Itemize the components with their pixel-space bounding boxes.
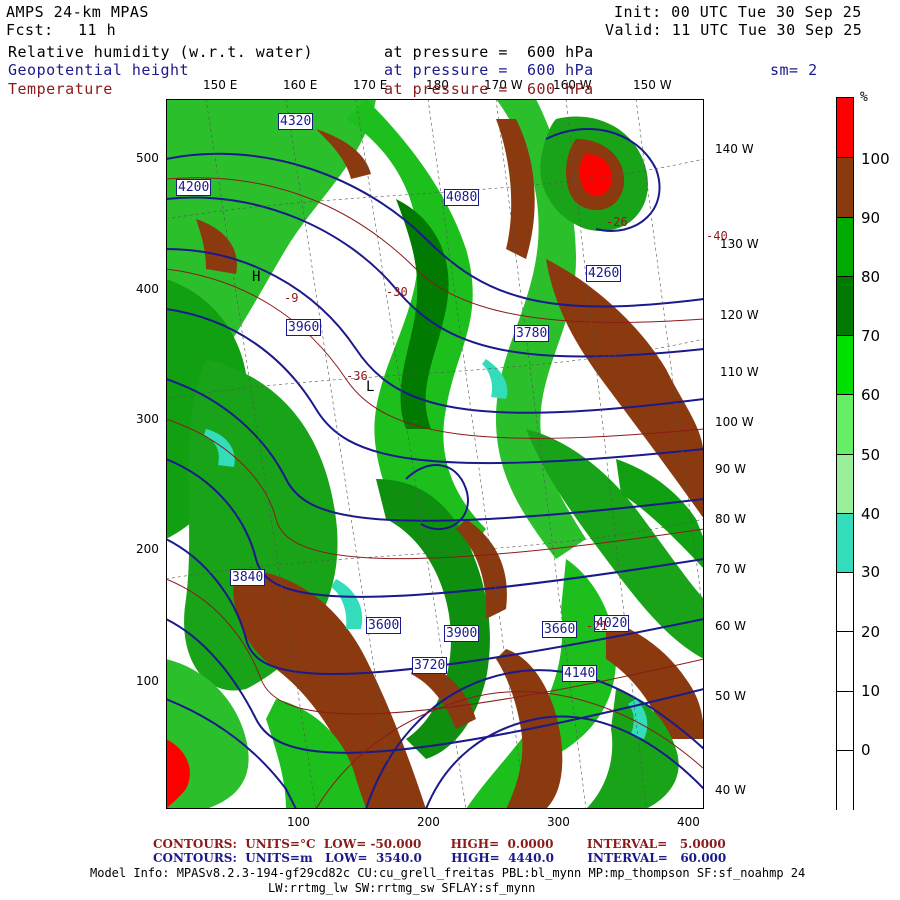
lon-label-right: 50 W: [715, 689, 746, 703]
lon-label-right: 60 W: [715, 619, 746, 633]
field-temp-name: Temperature: [8, 80, 113, 98]
colorbar-segment: [837, 572, 853, 633]
colorbar-label: 20: [861, 623, 881, 641]
contour-label: 3600: [366, 617, 402, 634]
lon-label-top: 170 E: [353, 78, 388, 92]
colorbar-label: 40: [861, 505, 881, 523]
x-tick: 100: [287, 815, 310, 829]
colorbar-segment: [837, 275, 853, 336]
colorbar-segment: [837, 631, 853, 692]
x-tick: 200: [417, 815, 440, 829]
y-tick: 100: [136, 674, 159, 688]
y-tick: 200: [136, 542, 159, 556]
model-info-line-2: LW:rrtmg_lw SW:rrtmg_sw SFLAY:sf_mynn: [268, 881, 536, 895]
low-pressure-marker: L: [366, 379, 375, 395]
contour-label: 4200: [176, 179, 212, 196]
field-height-level: at pressure = 600 hPa: [384, 61, 594, 79]
map-field-svg: [166, 99, 704, 809]
map-plot-area: 4320 4200 4080 4260 3960 3780 3840 3900 …: [166, 99, 728, 809]
colorbar-segment: [837, 749, 853, 810]
colorbar-segment: [837, 690, 853, 751]
contour-label: 3660: [542, 621, 578, 638]
field-height-name: Geopotential height: [8, 61, 190, 79]
temp-contour-label: -9: [284, 291, 299, 305]
lon-label-right: 40 W: [715, 783, 746, 797]
temp-contour-label: -21: [586, 619, 608, 633]
temp-contour-label: -36: [346, 369, 368, 383]
lon-label-top: 150 E: [203, 78, 238, 92]
lon-label-right: 110 W: [720, 365, 759, 379]
colorbar-label: 60: [861, 386, 881, 404]
model-info-line-1: Model Info: MPASv8.2.3-194-gf29cd82c CU:…: [90, 866, 806, 880]
y-tick: 300: [136, 412, 159, 426]
temp-contour-label: -30: [386, 285, 408, 299]
lon-label-right: 120 W: [720, 308, 759, 322]
colorbar-label: 80: [861, 268, 881, 286]
temp-contour-label: -26: [606, 215, 628, 229]
colorbar-label: 100: [861, 150, 890, 168]
contour-label: 4140: [562, 665, 598, 682]
field-rh-name: Relative humidity (w.r.t. water): [8, 43, 313, 61]
colorbar: [836, 97, 854, 810]
field-rh-level: at pressure = 600 hPa: [384, 43, 594, 61]
colorbar-unit: %: [860, 90, 868, 105]
colorbar-segment: [837, 98, 853, 158]
colorbar-segment: [837, 216, 853, 277]
forecast-hour: 11 h: [78, 21, 117, 39]
contour-label: 3840: [230, 569, 266, 586]
colorbar-label: 0: [861, 741, 871, 759]
high-pressure-marker: H: [252, 269, 261, 285]
contour-label: 4260: [586, 265, 622, 282]
colorbar-segment: [837, 157, 853, 218]
x-tick: 400: [677, 815, 700, 829]
contour-label: 3900: [444, 625, 480, 642]
temp-contour-info: CONTOURS: UNITS=°C LOW= -50.000 HIGH= 0.…: [153, 837, 726, 851]
colorbar-label: 70: [861, 327, 881, 345]
y-tick: 400: [136, 282, 159, 296]
y-tick: 500: [136, 151, 159, 165]
colorbar-segment: [837, 335, 853, 396]
lon-label-right: 80 W: [715, 512, 746, 526]
map-title: AMPS 24-km MPAS: [6, 3, 149, 21]
init-time: Init: 00 UTC Tue 30 Sep 25: [614, 3, 862, 21]
contour-label: 4080: [444, 189, 480, 206]
colorbar-label: 90: [861, 209, 881, 227]
forecast-label: Fcst:: [6, 21, 54, 39]
lon-label-right: 100 W: [715, 415, 754, 429]
x-tick: 300: [547, 815, 570, 829]
height-contour-info: CONTOURS: UNITS=m LOW= 3540.0 HIGH= 4440…: [153, 851, 727, 865]
colorbar-segment: [837, 453, 853, 514]
valid-time: Valid: 11 UTC Tue 30 Sep 25: [605, 21, 863, 39]
smoothing-label: sm= 2: [770, 61, 818, 79]
lon-label-right: 70 W: [715, 562, 746, 576]
colorbar-label: 30: [861, 563, 881, 581]
colorbar-segment: [837, 512, 853, 573]
contour-label: 3720: [412, 657, 448, 674]
lon-label-top: 150 W: [633, 78, 672, 92]
lon-label-right: 130 W: [720, 237, 759, 251]
colorbar-segment: [837, 394, 853, 455]
lon-label-right: 140 W: [715, 142, 754, 156]
colorbar-label: 50: [861, 446, 881, 464]
lon-label-top: 160 E: [283, 78, 318, 92]
contour-label: 4320: [278, 113, 314, 130]
contour-label: 3780: [514, 325, 550, 342]
lon-label-right: 90 W: [715, 462, 746, 476]
colorbar-label: 10: [861, 682, 881, 700]
contour-label: 3960: [286, 319, 322, 336]
field-temp-level: at pressure = 600 hPa: [384, 80, 594, 98]
